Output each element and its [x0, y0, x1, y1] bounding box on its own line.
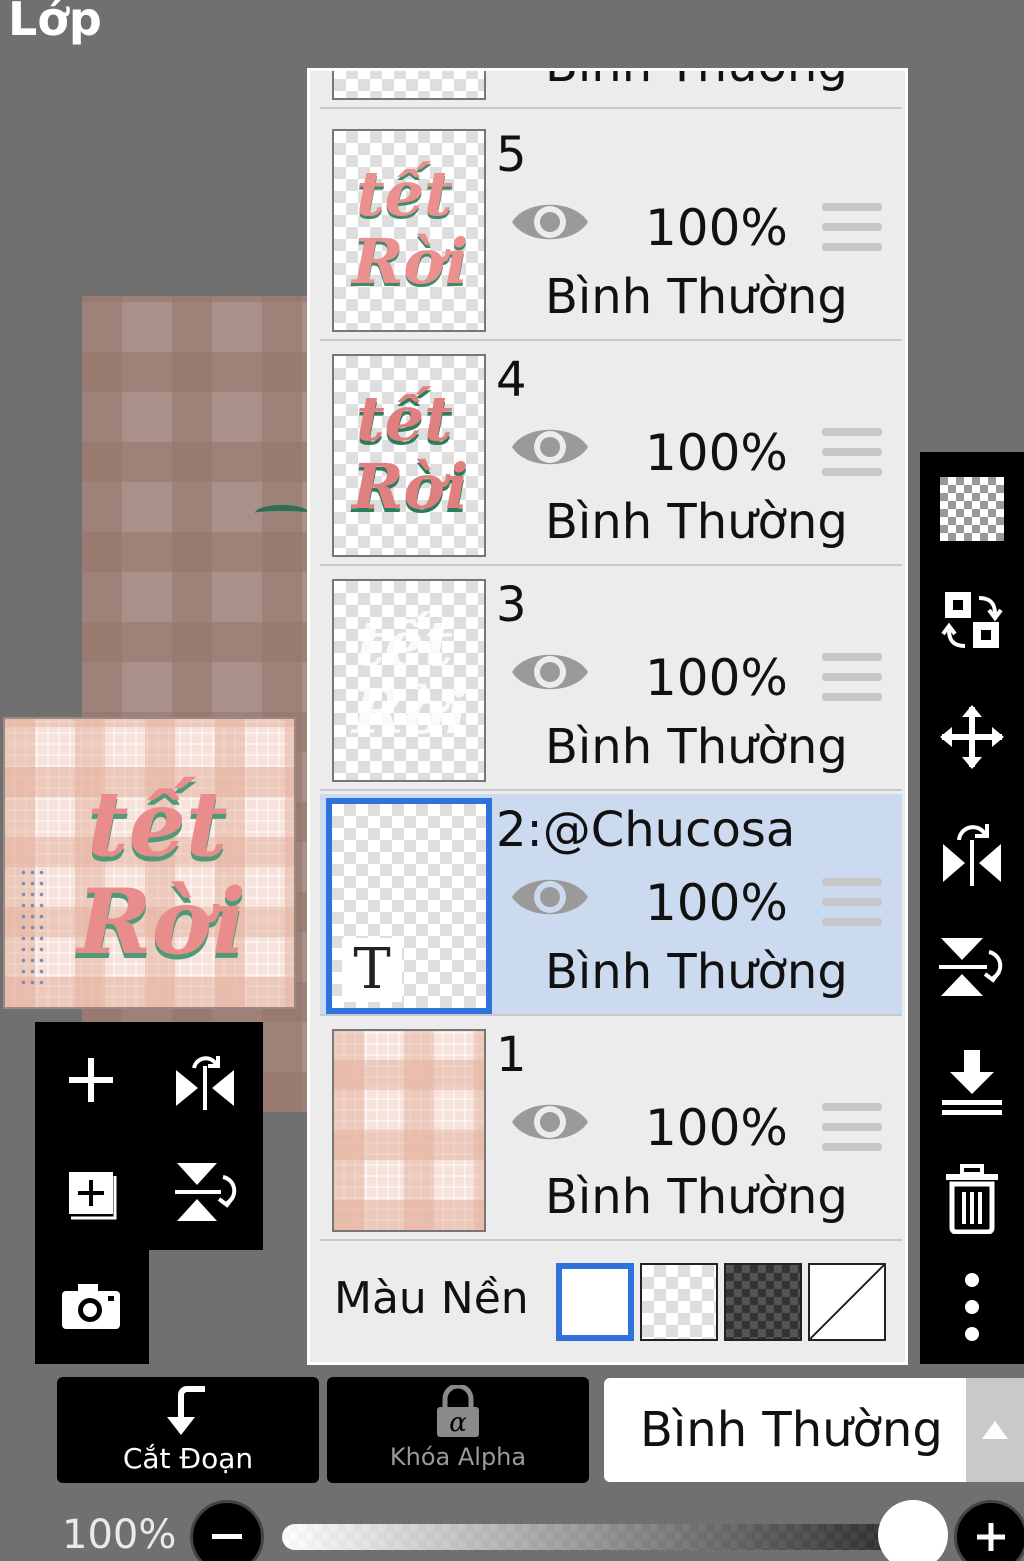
- layer-opacity: 100%: [645, 874, 788, 932]
- background-color-label: Màu Nền: [334, 1273, 529, 1324]
- layer-row-4[interactable]: tết Rời 4 100% Bình Thường: [320, 344, 902, 566]
- layers-panel[interactable]: Bình Thường tết Rời 5 100% Bình Thường t…: [307, 68, 908, 1365]
- bg-option-checker-light[interactable]: [640, 1263, 718, 1341]
- svg-text:α: α: [449, 1408, 467, 1438]
- layer-blend-mode: Bình Thường: [545, 494, 848, 550]
- left-tool-panel: [35, 1022, 263, 1250]
- layer-blend-mode: Bình Thường: [545, 269, 848, 325]
- drag-handle-icon[interactable]: [822, 1103, 882, 1157]
- left-tool-panel-ext: [35, 1248, 149, 1364]
- layer-name: 2:@Chucosa: [496, 802, 796, 858]
- layer-thumbnail: [332, 71, 486, 100]
- layer-thumbnail: [332, 1029, 486, 1232]
- layer-opacity: 100%: [645, 199, 788, 257]
- eye-icon[interactable]: [510, 645, 590, 703]
- eye-icon[interactable]: [510, 195, 590, 253]
- flip-horizontal-icon[interactable]: [920, 798, 1024, 908]
- thumb-text-line1: tết: [356, 157, 453, 230]
- layer-blend-mode: Bình Thường: [545, 719, 848, 775]
- clipping-button[interactable]: Cắt Đoạn: [57, 1377, 319, 1483]
- flip-vertical-icon[interactable]: [920, 912, 1024, 1022]
- layer-name: 5: [496, 127, 527, 183]
- thumb-text-line2: Rời: [352, 225, 469, 298]
- drag-handle-icon[interactable]: [822, 428, 882, 482]
- camera-icon[interactable]: [41, 1256, 141, 1356]
- thumb-text-line1: tết: [356, 382, 453, 455]
- flip-vertical-icon[interactable]: [155, 1142, 255, 1242]
- alpha-lock-button[interactable]: α Khóa Alpha: [327, 1377, 589, 1483]
- canvas-preview: tết Rời: [3, 717, 296, 1009]
- checkerboard-icon[interactable]: [920, 454, 1024, 564]
- merge-down-icon[interactable]: [920, 1028, 1024, 1138]
- preview-text-line1: tết: [87, 771, 228, 877]
- plus-icon: [977, 1523, 1005, 1551]
- opacity-slider-knob[interactable]: [878, 1500, 948, 1561]
- canvas-stroke: [255, 505, 309, 521]
- preview-text-line2: Rời: [77, 869, 247, 975]
- layer-thumbnail: tết Rời: [332, 579, 486, 782]
- plus-icon[interactable]: [41, 1030, 141, 1130]
- eye-icon[interactable]: [510, 870, 590, 928]
- triangle-up-icon: [982, 1421, 1008, 1439]
- preview-decoration: [19, 867, 47, 987]
- add-layer-icon[interactable]: [41, 1142, 141, 1242]
- trash-icon[interactable]: [920, 1144, 1024, 1254]
- more-vertical-icon[interactable]: [920, 1252, 1024, 1362]
- layer-blend-mode: Bình Thường: [545, 944, 848, 1000]
- blend-mode-select[interactable]: Bình Thường: [604, 1378, 966, 1482]
- right-toolbar: [920, 452, 1024, 1364]
- drag-handle-icon[interactable]: [822, 203, 882, 257]
- drag-handle-icon[interactable]: [822, 653, 882, 707]
- layer-row-partial[interactable]: Bình Thường: [320, 71, 902, 109]
- bg-option-checker-dark[interactable]: [724, 1263, 802, 1341]
- opacity-decrease-button[interactable]: [190, 1500, 264, 1561]
- layer-name: 3: [496, 577, 527, 633]
- thumb-text-line2: Rời: [352, 675, 469, 748]
- layer-opacity: 100%: [645, 424, 788, 482]
- layer-thumbnail: tết Rời: [332, 354, 486, 557]
- opacity-slider[interactable]: [282, 1524, 948, 1550]
- blend-mode-dropdown-button[interactable]: [966, 1378, 1024, 1482]
- clip-arrow-icon: [57, 1385, 319, 1437]
- thumb-text-line1: tết: [356, 607, 453, 680]
- layer-thumbnail: tết Rời: [332, 129, 486, 332]
- alpha-lock-label: Khóa Alpha: [389, 1443, 527, 1471]
- layer-row-5[interactable]: tết Rời 5 100% Bình Thường: [320, 119, 902, 341]
- bg-option-none[interactable]: [808, 1263, 886, 1341]
- layer-blend-mode: Bình Thường: [545, 71, 848, 93]
- layer-row-2[interactable]: T 2:@Chucosa 100% Bình Thường: [320, 794, 902, 1016]
- move-icon[interactable]: [920, 682, 1024, 792]
- layer-name: 4: [496, 352, 527, 408]
- layer-row-1[interactable]: 1 100% Bình Thường: [320, 1019, 902, 1241]
- opacity-value: 100%: [62, 1512, 177, 1558]
- background-color-row: Màu Nền: [320, 1247, 902, 1357]
- lock-icon: α: [327, 1385, 589, 1439]
- eye-icon[interactable]: [510, 420, 590, 478]
- thumb-text-line2: Rời: [352, 450, 469, 523]
- eye-icon[interactable]: [510, 1095, 590, 1153]
- clipping-label: Cắt Đoạn: [122, 1442, 254, 1475]
- text-layer-badge: T: [342, 938, 402, 1002]
- screen-title: Lớp: [8, 0, 102, 46]
- drag-handle-icon[interactable]: [822, 878, 882, 932]
- layer-opacity: 100%: [645, 649, 788, 707]
- layer-blend-mode: Bình Thường: [545, 1169, 848, 1225]
- flip-horizontal-icon[interactable]: [155, 1030, 255, 1130]
- bg-option-white[interactable]: [556, 1263, 634, 1341]
- swap-icon[interactable]: [920, 566, 1024, 676]
- layer-thumbnail: T: [326, 798, 492, 1014]
- layer-row-3[interactable]: tết Rời 3 100% Bình Thường: [320, 569, 902, 791]
- layer-opacity: 100%: [645, 1099, 788, 1157]
- layer-name: 1: [496, 1027, 527, 1083]
- minus-icon: [212, 1534, 242, 1539]
- opacity-increase-button[interactable]: [954, 1500, 1024, 1561]
